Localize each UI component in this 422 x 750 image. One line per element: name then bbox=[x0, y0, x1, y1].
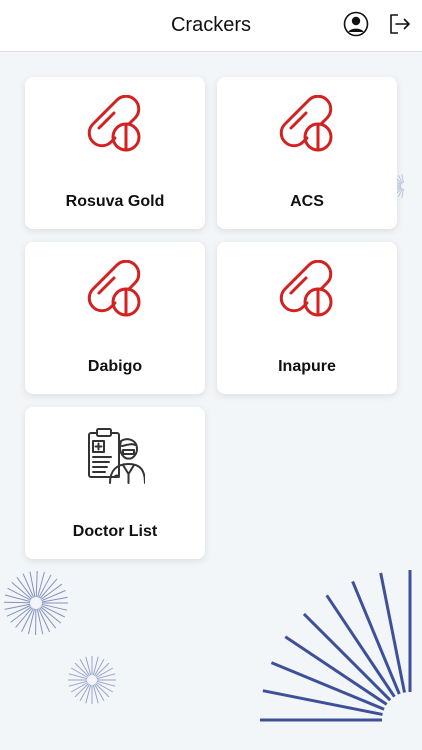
app-header: Crackers bbox=[0, 0, 422, 52]
card-label: Inapure bbox=[278, 358, 336, 375]
card-acs[interactable]: ACS bbox=[217, 77, 397, 229]
card-label: Dabigo bbox=[87, 358, 143, 375]
card-dabigo[interactable]: Dabigo bbox=[25, 242, 205, 394]
user-circle-icon bbox=[343, 11, 369, 37]
logout-icon bbox=[390, 14, 410, 34]
card-label: ACS bbox=[290, 193, 324, 210]
profile-button[interactable] bbox=[343, 11, 369, 37]
pill-capsule-icon bbox=[277, 260, 337, 320]
card-label: Doctor List bbox=[72, 523, 158, 540]
pill-capsule-icon bbox=[277, 95, 337, 155]
card-label: Rosuva Gold bbox=[65, 193, 165, 210]
pill-capsule-icon bbox=[85, 95, 145, 155]
card-inapure[interactable]: Inapure bbox=[217, 242, 397, 394]
doctor-clipboard-icon bbox=[85, 425, 145, 485]
card-rosuva-gold[interactable]: Rosuva Gold bbox=[25, 77, 205, 229]
logout-button[interactable] bbox=[387, 11, 413, 37]
card-doctor-list[interactable]: Doctor List bbox=[25, 407, 205, 559]
pill-capsule-icon bbox=[85, 260, 145, 320]
